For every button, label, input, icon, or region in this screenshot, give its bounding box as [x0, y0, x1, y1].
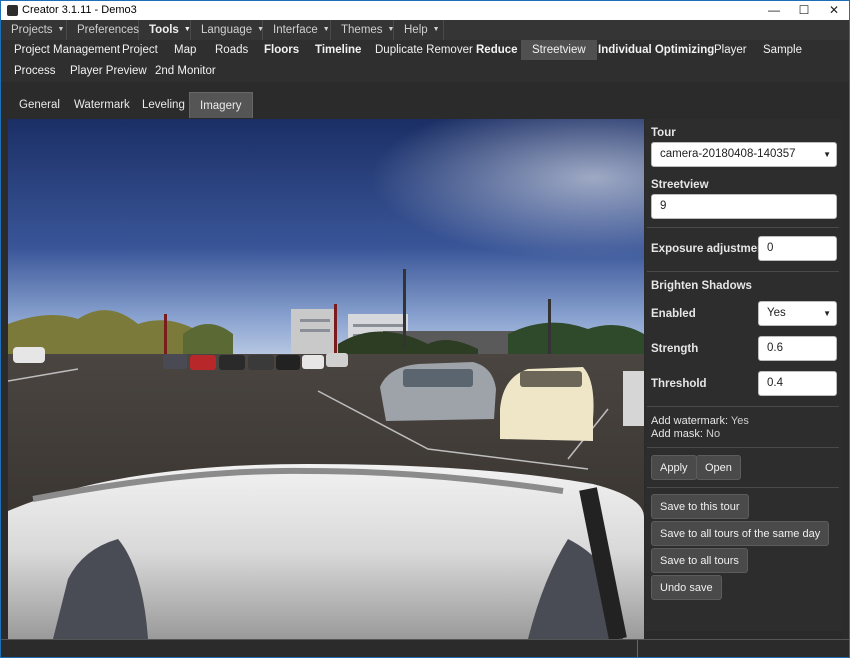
- streetview-input[interactable]: 9: [651, 194, 837, 219]
- mask-info-value: No: [706, 428, 721, 440]
- strength-label: Strength: [651, 343, 699, 355]
- exposure-label: Exposure adjustment: [651, 243, 768, 255]
- menu-label: Preferences: [77, 24, 140, 36]
- tour-label: Tour: [651, 127, 676, 139]
- menu-preferences[interactable]: Preferences: [67, 20, 139, 40]
- menu-label: Language: [201, 24, 253, 37]
- divider: [647, 487, 839, 488]
- title-bar: Creator 3.1.11 - Demo3 — ☐ ✕: [1, 1, 849, 20]
- tool-streetview[interactable]: Streetview: [521, 40, 597, 60]
- menu-projects[interactable]: Projects ▼: [1, 20, 67, 40]
- chevron-down-icon: ▼: [432, 26, 440, 33]
- tool-reduce[interactable]: Reduce: [465, 40, 529, 60]
- mask-info: Add mask: No: [651, 428, 720, 440]
- main-content: Tour camera-20180408-140357 ▼ Streetview…: [8, 119, 842, 639]
- threshold-input[interactable]: 0.4: [758, 371, 837, 396]
- settings-panel: Tour camera-20180408-140357 ▼ Streetview…: [645, 119, 842, 631]
- tab-imagery[interactable]: Imagery: [189, 92, 253, 118]
- tab-leveling[interactable]: Leveling: [132, 92, 195, 118]
- tool-map[interactable]: Map: [163, 40, 207, 60]
- menu-label: Projects: [11, 24, 53, 37]
- sub-tabs: General Watermark Leveling Imagery: [1, 82, 849, 119]
- app-icon: [7, 5, 18, 16]
- watermark-info: Add watermark: Yes: [651, 415, 749, 427]
- tab-general[interactable]: General: [9, 92, 70, 118]
- save-same-day-button[interactable]: Save to all tours of the same day: [651, 521, 830, 546]
- menu-tools[interactable]: Tools ▼: [139, 20, 191, 40]
- mask-info-label: Add mask:: [651, 428, 703, 440]
- close-button[interactable]: ✕: [817, 1, 849, 20]
- tool-project[interactable]: Project: [111, 40, 169, 60]
- chevron-down-icon: ▼: [823, 150, 831, 159]
- apply-button[interactable]: Apply: [651, 455, 697, 480]
- open-button[interactable]: Open: [696, 455, 741, 480]
- tour-select-value: camera-20180408-140357: [660, 148, 796, 160]
- enabled-label: Enabled: [651, 308, 696, 320]
- tool-floors[interactable]: Floors: [253, 40, 310, 60]
- watermark-info-value: Yes: [730, 415, 749, 427]
- menu-bar: Projects ▼ Preferences Tools ▼ Language ▼ I…: [1, 20, 849, 40]
- maximize-button[interactable]: ☐: [787, 1, 821, 20]
- divider: [647, 271, 839, 272]
- watermark-info-label: Add watermark:: [651, 415, 729, 427]
- tool-process[interactable]: Process: [3, 61, 67, 81]
- exposure-input[interactable]: 0: [758, 236, 837, 261]
- menu-label: Tools: [149, 24, 179, 37]
- chevron-down-icon: ▼: [322, 26, 330, 33]
- chevron-down-icon: ▼: [57, 26, 65, 33]
- tool-roads[interactable]: Roads: [204, 40, 259, 60]
- save-to-this-tour-button[interactable]: Save to this tour: [651, 494, 749, 519]
- enabled-select[interactable]: Yes ▼: [758, 301, 837, 326]
- window-title: Creator 3.1.11 - Demo3: [22, 4, 137, 16]
- menu-label: Help: [404, 24, 428, 37]
- threshold-label: Threshold: [651, 378, 707, 390]
- tool-tabs: Project Management Project Map Roads Flo…: [1, 40, 849, 83]
- strength-input[interactable]: 0.6: [758, 336, 837, 361]
- undo-save-button[interactable]: Undo save: [651, 575, 722, 600]
- tab-watermark[interactable]: Watermark: [64, 92, 140, 118]
- tool-player-preview[interactable]: Player Preview: [59, 61, 158, 81]
- brighten-shadows-label: Brighten Shadows: [651, 280, 752, 292]
- divider: [647, 227, 839, 228]
- minimize-button[interactable]: —: [757, 1, 791, 20]
- save-all-tours-button[interactable]: Save to all tours: [651, 548, 748, 573]
- menu-language[interactable]: Language ▼: [191, 20, 264, 40]
- chevron-down-icon: ▼: [823, 309, 831, 318]
- tool-sample[interactable]: Sample: [752, 40, 813, 60]
- panorama-preview[interactable]: [8, 119, 644, 639]
- tool-player[interactable]: Player: [703, 40, 758, 60]
- status-bar: [1, 639, 849, 657]
- status-separator: [637, 640, 638, 657]
- streetview-label: Streetview: [651, 179, 709, 191]
- divider: [647, 447, 839, 448]
- divider: [647, 406, 839, 407]
- menu-themes[interactable]: Themes ▼: [331, 20, 394, 40]
- tool-timeline[interactable]: Timeline: [304, 40, 372, 60]
- app-window: Creator 3.1.11 - Demo3 — ☐ ✕ Projects ▼ P…: [0, 0, 850, 658]
- menu-label: Interface: [273, 24, 318, 37]
- menu-help[interactable]: Help ▼: [394, 20, 444, 40]
- panorama-image: [8, 119, 644, 639]
- tool-2nd-monitor[interactable]: 2nd Monitor: [144, 61, 227, 81]
- menu-interface[interactable]: Interface ▼: [263, 20, 331, 40]
- chevron-down-icon: ▼: [183, 26, 191, 33]
- tour-select[interactable]: camera-20180408-140357 ▼: [651, 142, 837, 167]
- enabled-select-value: Yes: [767, 307, 786, 319]
- menu-label: Themes: [341, 24, 383, 37]
